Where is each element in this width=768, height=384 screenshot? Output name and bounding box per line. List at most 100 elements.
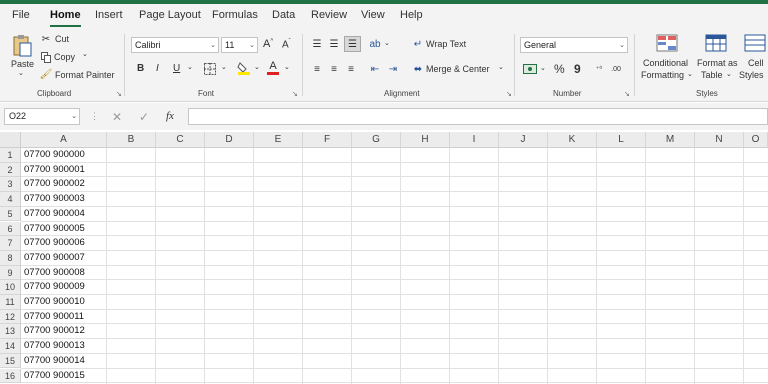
underline-button[interactable]: U [173, 63, 180, 74]
align-top-icon[interactable]: ☰ [310, 37, 324, 51]
wrap-text-icon[interactable]: ↵ [411, 37, 425, 51]
column-header-d[interactable]: D [205, 132, 254, 148]
format-painter-icon[interactable]: 🖌 [40, 68, 53, 80]
tab-review[interactable]: Review [311, 9, 347, 21]
row-header[interactable]: 3 [0, 177, 21, 193]
cut-icon[interactable]: ✂ [40, 33, 52, 45]
row-header[interactable]: 2 [0, 162, 21, 178]
cell-a[interactable]: 07700 900015 [21, 369, 107, 384]
tab-view[interactable]: View [361, 9, 385, 21]
increase-indent-icon[interactable]: ⇥ [386, 62, 400, 76]
decrease-font-icon[interactable]: Aˇ [282, 39, 291, 50]
italic-button[interactable]: I [156, 63, 159, 74]
align-left-icon[interactable]: ≡ [310, 62, 324, 76]
cell-a[interactable]: 07700 900008 [21, 266, 107, 281]
fill-color-icon[interactable] [237, 61, 251, 75]
format-as-table-icon[interactable] [705, 33, 727, 53]
cell-a[interactable]: 07700 900002 [21, 177, 107, 192]
row-header[interactable]: 7 [0, 236, 21, 251]
increase-decimal-icon[interactable]: ⁺⁰ [592, 62, 606, 76]
row-header[interactable]: 13 [0, 324, 21, 340]
cell-a[interactable]: 07700 900003 [21, 192, 107, 207]
align-right-icon[interactable]: ≡ [344, 62, 358, 76]
select-all-corner[interactable] [0, 132, 21, 148]
column-header-a[interactable]: A [21, 132, 107, 148]
conditional-dropdown-icon[interactable]: ⌄ [687, 70, 693, 78]
conditional-formatting-label[interactable]: Formatting [641, 70, 684, 80]
column-header-o[interactable]: O [744, 132, 768, 148]
alignment-launcher-icon[interactable]: ↘ [506, 90, 512, 98]
cell-a[interactable]: 07700 900013 [21, 339, 107, 354]
row-header[interactable]: 15 [0, 353, 21, 369]
paste-dropdown-icon[interactable]: ⌄ [18, 69, 24, 77]
align-bottom-icon[interactable]: ☰ [344, 36, 361, 52]
row-header[interactable]: 9 [0, 265, 21, 281]
row-header[interactable]: 11 [0, 295, 21, 310]
copy-icon[interactable] [40, 51, 52, 63]
format-table-dropdown-icon[interactable]: ⌄ [726, 70, 732, 78]
cell-styles-label[interactable]: Styles [739, 70, 764, 80]
conditional-formatting-button[interactable]: Conditional [643, 58, 688, 68]
cell-a[interactable]: 07700 900014 [21, 354, 107, 369]
font-name-dropdown[interactable]: Calibri ⌄ [131, 37, 219, 53]
column-header-b[interactable]: B [107, 132, 156, 148]
font-size-dropdown[interactable]: 11 ⌄ [221, 37, 258, 53]
cell-a[interactable]: 07700 900000 [21, 148, 107, 163]
fill-color-dropdown-icon[interactable]: ⌄ [254, 63, 260, 71]
copy-dropdown-icon[interactable]: ⌄ [82, 50, 88, 58]
enter-icon[interactable]: ✓ [139, 110, 149, 124]
number-launcher-icon[interactable]: ↘ [624, 90, 630, 98]
row-header[interactable]: 5 [0, 206, 21, 222]
tab-data[interactable]: Data [272, 9, 295, 21]
tab-file[interactable]: File [12, 9, 30, 21]
underline-dropdown-icon[interactable]: ⌄ [187, 63, 193, 71]
copy-button[interactable]: Copy [54, 52, 75, 62]
column-header-f[interactable]: F [303, 132, 352, 148]
paste-icon[interactable] [10, 33, 34, 59]
comma-style-button[interactable]: 9 [574, 62, 581, 76]
column-header-h[interactable]: H [401, 132, 450, 148]
column-header-i[interactable]: I [450, 132, 499, 148]
cell-a[interactable]: 07700 900006 [21, 236, 107, 251]
cell-styles-icon[interactable] [744, 33, 766, 53]
bold-button[interactable]: B [137, 63, 144, 74]
tab-help[interactable]: Help [400, 9, 423, 21]
format-painter-button[interactable]: Format Painter [55, 70, 115, 80]
font-color-icon[interactable]: A [266, 60, 280, 75]
more-options-icon[interactable]: ⋮ [90, 111, 99, 122]
cell-a[interactable]: 07700 900009 [21, 280, 107, 295]
borders-icon[interactable] [203, 62, 217, 76]
align-center-icon[interactable]: ≡ [327, 62, 341, 76]
orientation-dropdown-icon[interactable]: ⌄ [384, 39, 390, 47]
increase-font-icon[interactable]: A^ [263, 38, 273, 50]
decrease-indent-icon[interactable]: ⇤ [368, 62, 382, 76]
cancel-icon[interactable]: ✕ [112, 110, 122, 124]
column-header-e[interactable]: E [254, 132, 303, 148]
accounting-dropdown-icon[interactable]: ⌄ [540, 64, 546, 72]
column-header-l[interactable]: L [597, 132, 646, 148]
cut-button[interactable]: Cut [55, 34, 69, 44]
column-header-j[interactable]: J [499, 132, 548, 148]
column-header-m[interactable]: M [646, 132, 695, 148]
cell-a[interactable]: 07700 900010 [21, 295, 107, 310]
cell-a[interactable]: 07700 900007 [21, 251, 107, 266]
column-header-n[interactable]: N [695, 132, 744, 148]
align-middle-icon[interactable]: ☰ [327, 37, 341, 51]
column-header-g[interactable]: G [352, 132, 401, 148]
row-header[interactable]: 14 [0, 339, 21, 354]
row-header[interactable]: 4 [0, 192, 21, 207]
clipboard-launcher-icon[interactable]: ↘ [116, 90, 122, 98]
font-color-dropdown-icon[interactable]: ⌄ [284, 63, 290, 71]
insert-function-button[interactable]: fx [166, 110, 174, 122]
column-header-c[interactable]: C [156, 132, 205, 148]
column-header-k[interactable]: K [548, 132, 597, 148]
row-header[interactable]: 1 [0, 148, 21, 163]
accounting-format-icon[interactable] [522, 62, 538, 76]
borders-dropdown-icon[interactable]: ⌄ [221, 63, 227, 71]
wrap-text-button[interactable]: Wrap Text [426, 39, 466, 49]
name-box[interactable]: O22 ⌄ [4, 108, 80, 125]
cell-a[interactable]: 07700 900001 [21, 163, 107, 178]
row-header[interactable]: 12 [0, 309, 21, 325]
row-header[interactable]: 8 [0, 250, 21, 266]
merge-center-button[interactable]: Merge & Center [426, 64, 490, 74]
